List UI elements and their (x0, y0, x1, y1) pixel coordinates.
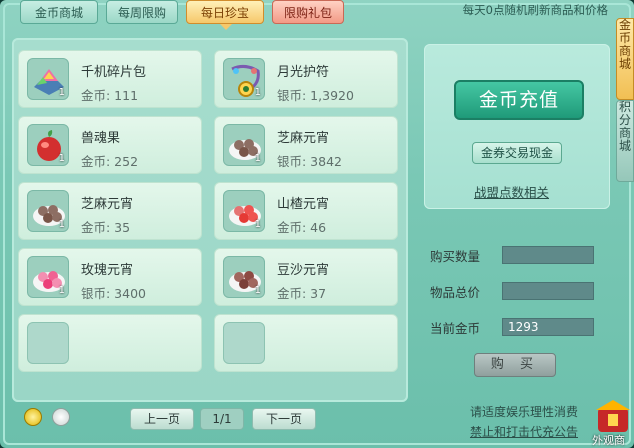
item-name: 千机碎片包 (81, 65, 147, 80)
moderate-play-notice: 请适度娱乐理性消费 (469, 405, 578, 419)
empty-card (214, 314, 398, 372)
current-gold-field: 1293 (502, 318, 594, 336)
item-name: 山楂元宵 (277, 197, 330, 212)
item-name: 玫瑰元宵 (81, 263, 134, 278)
hawthorn-dumpling-icon: 1 (223, 190, 265, 232)
active-tab-caret (220, 24, 232, 30)
anti-recharge-notice-link[interactable]: 禁止和打击代充公告 (470, 423, 578, 440)
alliance-points-link[interactable]: 战盟点数相关 (474, 182, 549, 201)
sesame-dumpling-icon: 1 (27, 190, 69, 232)
item-card[interactable]: 1 豆沙元宵 金币: 37 (214, 248, 398, 306)
item-price: 银币: 3842 (277, 154, 342, 169)
moonlight-amulet-icon: 1 (223, 58, 265, 100)
gold-recharge-button[interactable]: 金币充值 (454, 80, 584, 120)
total-price-field (502, 282, 594, 300)
quantity-field[interactable] (502, 246, 594, 264)
item-card[interactable]: 1 兽魂果 金币: 252 (18, 116, 202, 174)
bean-paste-dumpling-icon: 1 (223, 256, 265, 298)
item-price: 金币: 46 (277, 220, 327, 235)
item-name: 芝麻元宵 (81, 197, 134, 212)
item-name: 豆沙元宵 (277, 263, 330, 278)
item-price: 金币: 37 (277, 286, 327, 301)
current-gold-label: 当前金币 (430, 321, 481, 336)
total-price-label: 物品总价 (430, 285, 481, 300)
side-tab-points-shop[interactable]: 积分商城 (616, 100, 634, 182)
item-card[interactable]: 1 芝麻元宵 银币: 3842 (214, 116, 398, 174)
side-tab-gold-shop[interactable]: 金币商城 (616, 18, 634, 100)
appearance-shop-corner-icon[interactable]: 外观商 (592, 396, 634, 448)
buy-button[interactable]: 购 买 (474, 353, 556, 377)
beast-soul-fruit-icon: 1 (27, 124, 69, 166)
settings-circle-icon[interactable] (52, 408, 70, 426)
item-price: 金币: 252 (81, 154, 139, 169)
item-name: 月光护符 (277, 65, 330, 80)
item-card[interactable]: 1 山楂元宵 金币: 46 (214, 182, 398, 240)
item-price: 银币: 1,3920 (277, 88, 354, 103)
sesame-dumpling-icon: 1 (223, 124, 265, 166)
rose-dumpling-icon: 1 (27, 256, 69, 298)
item-price: 银币: 3400 (81, 286, 146, 301)
appearance-shop-label: 外观商 (592, 434, 625, 447)
item-name: 芝麻元宵 (277, 131, 330, 146)
empty-card (18, 314, 202, 372)
next-page-button[interactable]: 下一页 (252, 408, 316, 430)
shards-pack-icon: 1 (27, 58, 69, 100)
item-name: 兽魂果 (81, 131, 121, 146)
item-card[interactable]: 1 月光护符 银币: 1,3920 (214, 50, 398, 108)
refresh-notice: 每天0点随机刷新商品和价格 (462, 3, 608, 17)
item-price: 金币: 35 (81, 220, 131, 235)
magnifier-icon[interactable] (24, 408, 42, 426)
empty-slot (223, 322, 265, 364)
quantity-label: 购买数量 (430, 249, 481, 264)
item-card[interactable]: 1 芝麻元宵 金币: 35 (18, 182, 202, 240)
tab-daily-treasure[interactable]: 每日珍宝 (186, 0, 264, 24)
page-indicator: 1/1 (200, 408, 244, 430)
item-card[interactable]: 1 玫瑰元宵 银币: 3400 (18, 248, 202, 306)
prev-page-button[interactable]: 上一页 (130, 408, 194, 430)
item-price: 金币: 111 (81, 88, 139, 103)
coupon-exchange-button[interactable]: 金券交易现金 (472, 142, 562, 164)
item-card[interactable]: 1 千机碎片包 金币: 111 (18, 50, 202, 108)
tab-weekly-limited[interactable]: 每周限购 (106, 0, 178, 24)
empty-slot (27, 322, 69, 364)
tab-limited-gift[interactable]: 限购礼包 (272, 0, 344, 24)
tab-gold-shop[interactable]: 金币商城 (20, 0, 98, 24)
